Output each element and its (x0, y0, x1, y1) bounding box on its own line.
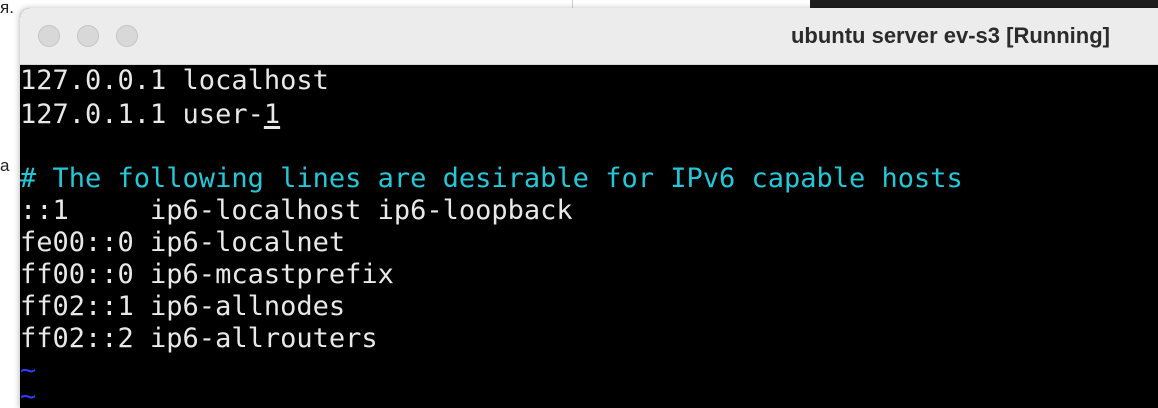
text-cursor: 1 (263, 99, 281, 130)
terminal-line-text: ff00::0 ip6-mcastprefix (20, 259, 394, 290)
background-text-fragment-top: я. (0, 0, 14, 17)
window-title: ubuntu server ev-s3 [Running] (790, 23, 1110, 48)
terminal-line-text: ff02::2 ip6-allrouters (20, 323, 378, 354)
terminal-line-text: # The following lines are desirable for … (20, 163, 963, 194)
terminal-line: fe00::0 ip6-localnet (20, 227, 345, 259)
terminal-line-text: ff02::1 ip6-allnodes (20, 291, 346, 322)
terminal-screen[interactable]: 127.0.0.1 localhost 127.0.1.1 user-1 # T… (20, 65, 1158, 408)
terminal-line: 127.0.0.1 localhost (20, 65, 329, 97)
window-titlebar[interactable]: ubuntu server ev-s3 [Running] (20, 8, 1158, 65)
terminal-line: ff02::1 ip6-allnodes (20, 291, 345, 323)
zoom-button[interactable] (116, 25, 138, 47)
vm-window: ubuntu server ev-s3 [Running] 127.0.0.1 … (20, 8, 1158, 408)
minimize-button[interactable] (77, 25, 99, 47)
close-button[interactable] (38, 25, 60, 47)
background-text-fragment-mid: a (0, 156, 10, 175)
terminal-line-text: ::1 ip6-localhost ip6-loopback (20, 195, 573, 226)
terminal-line: ::1 ip6-localhost ip6-loopback (20, 195, 573, 227)
terminal-line: ff00::0 ip6-mcastprefix (20, 259, 394, 291)
terminal-comment-line: # The following lines are desirable for … (20, 163, 963, 195)
terminal-line-text: fe00::0 ip6-localnet (20, 227, 346, 258)
terminal-line: 127.0.1.1 user-1 (20, 99, 280, 131)
vim-empty-line-marker: ~ (20, 381, 36, 408)
terminal-line-text: ~ (20, 381, 37, 408)
terminal-line-text: 127.0.0.1 localhost (20, 65, 329, 96)
terminal-line-text: 127.0.1.1 user- (20, 99, 264, 130)
terminal-line: ff02::2 ip6-allrouters (20, 323, 378, 355)
